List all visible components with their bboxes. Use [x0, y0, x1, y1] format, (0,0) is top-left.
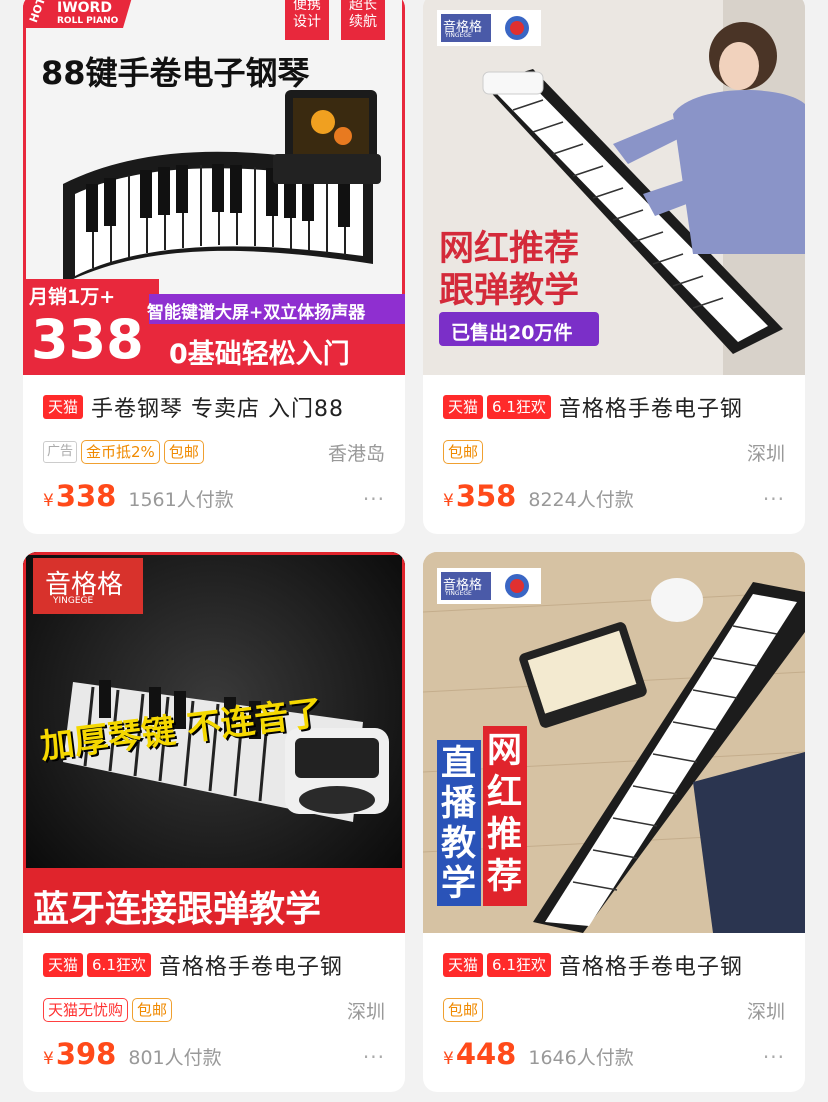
- free-shipping-tag: 包邮: [443, 998, 484, 1022]
- product-title-row[interactable]: 天猫 6.1狂欢 音格格手卷电子钢: [443, 392, 793, 422]
- product-info: 天猫 6.1狂欢 音格格手卷电子钢 包邮 深圳 ¥ 358 8224人付款 ··…: [423, 375, 805, 534]
- currency-symbol: ¥: [443, 1049, 454, 1069]
- product-title[interactable]: 手卷钢琴 专卖店 入门88: [91, 392, 344, 422]
- brand-sub: YINGEGE: [53, 596, 94, 606]
- more-icon[interactable]: ···: [763, 487, 785, 511]
- product-image[interactable]: 音格格 YINGEGE 直播教学 网红推荐: [423, 552, 805, 933]
- tmall-tag: 天猫: [443, 953, 484, 977]
- promo-tag: 6.1狂欢: [487, 395, 551, 419]
- product-card[interactable]: 音格格 YINGEGE 网红推荐 跟弹教学 已售出20万件 天猫 6.1狂欢 音…: [423, 0, 805, 534]
- product-title[interactable]: 音格格手卷电子钢: [159, 950, 343, 980]
- image-feature: 智能键谱大屏+双立体扬声器: [147, 303, 366, 323]
- product-title-row[interactable]: 天猫 手卷钢琴 专卖店 入门88: [43, 392, 393, 422]
- product-image[interactable]: 音格格 YINGEGE 网红推荐 跟弹教学 已售出20万件: [423, 0, 805, 375]
- product-title-row[interactable]: 天猫 6.1狂欢 音格格手卷电子钢: [443, 950, 793, 980]
- price: 358: [455, 479, 517, 513]
- product-card[interactable]: 音格格 YINGEGE 加厚琴键 不连音了 蓝牙连接跟弹教学 天猫 6.1狂欢 …: [23, 552, 405, 1092]
- brand-sub: YINGEGE: [445, 590, 472, 597]
- location: 深圳: [746, 442, 785, 465]
- paid-count: 8224人付款: [528, 489, 634, 511]
- paid-count: 1646人付款: [528, 1047, 634, 1069]
- product-card[interactable]: 音格格 YINGEGE 直播教学 网红推荐 天猫 6.1狂欢 音格格手卷电子钢 …: [423, 552, 805, 1092]
- product-info: 天猫 6.1狂欢 音格格手卷电子钢 包邮 深圳 ¥ 448 1646人付款 ··…: [423, 933, 805, 1092]
- product-title[interactable]: 音格格手卷电子钢: [559, 950, 743, 980]
- image-banner: 蓝牙连接跟弹教学: [33, 889, 322, 930]
- currency-symbol: ¥: [43, 1049, 54, 1069]
- piano-illustration: [423, 552, 805, 933]
- free-shipping-tag: 包邮: [132, 998, 173, 1022]
- free-shipping-tag: 包邮: [443, 440, 484, 464]
- paid-count: 801人付款: [128, 1047, 222, 1069]
- price-row: ¥ 448 1646人付款 ···: [443, 1037, 785, 1073]
- image-sold: 已售出20万件: [451, 322, 573, 344]
- image-big-price: 338: [31, 308, 144, 371]
- location: 深圳: [346, 1000, 385, 1023]
- tag-portable: 便携 设计: [293, 0, 321, 30]
- image-headline: 88键手卷电子钢琴: [41, 54, 310, 92]
- product-title-row[interactable]: 天猫 6.1狂欢 音格格手卷电子钢: [43, 950, 393, 980]
- free-shipping-tag: 包邮: [163, 440, 204, 464]
- currency-symbol: ¥: [43, 491, 54, 511]
- more-icon[interactable]: ···: [363, 487, 385, 511]
- product-tags: 广告 金币抵2% 包邮 香港岛: [43, 439, 385, 465]
- price: 398: [55, 1037, 117, 1071]
- location: 深圳: [746, 1000, 785, 1023]
- image-slogan: 0基础轻松入门: [169, 339, 350, 370]
- coin-tag: 金币抵2%: [81, 440, 160, 464]
- price-row: ¥ 338 1561人付款 ···: [43, 479, 385, 515]
- monthly-sales: 月销1万+: [29, 286, 116, 308]
- location: 香港岛: [327, 442, 385, 465]
- tmall-tag: 天猫: [443, 395, 484, 419]
- image-line2: 跟弹教学: [439, 271, 580, 311]
- product-image[interactable]: 音格格 YINGEGE 加厚琴键 不连音了 蓝牙连接跟弹教学: [23, 552, 405, 933]
- price: 338: [55, 479, 117, 513]
- tmall-tag: 天猫: [43, 953, 84, 977]
- image-col1: 直播教学: [441, 744, 477, 904]
- product-tags: 包邮 深圳: [443, 997, 785, 1023]
- brand-sub: YINGEGE: [445, 32, 472, 39]
- product-image[interactable]: HOT IWORD ROLL PIANO 便携 设计 超长 续航 88键手卷电子…: [23, 0, 405, 375]
- promo-tag: 6.1狂欢: [487, 953, 551, 977]
- product-tags: 天猫无忧购 包邮 深圳: [43, 997, 385, 1023]
- price-row: ¥ 358 8224人付款 ···: [443, 479, 785, 515]
- more-icon[interactable]: ···: [763, 1045, 785, 1069]
- product-info: 天猫 6.1狂欢 音格格手卷电子钢 天猫无忧购 包邮 深圳 ¥ 398 801人…: [23, 933, 405, 1092]
- ad-label: 广告: [43, 441, 78, 463]
- currency-symbol: ¥: [443, 491, 454, 511]
- promo-tag: 6.1狂欢: [87, 953, 151, 977]
- product-info: 天猫 手卷钢琴 专卖店 入门88 广告 金币抵2% 包邮 香港岛 ¥ 338 1…: [23, 375, 405, 534]
- product-tags: 包邮 深圳: [443, 439, 785, 465]
- brand-name: IWORD: [57, 0, 112, 16]
- product-card[interactable]: HOT IWORD ROLL PIANO 便携 设计 超长 续航 88键手卷电子…: [23, 0, 405, 534]
- brand-sub: ROLL PIANO: [57, 16, 119, 26]
- worry-free-tag: 天猫无忧购: [43, 998, 129, 1022]
- tag-battery: 超长 续航: [349, 0, 377, 30]
- image-col2: 网红推荐: [487, 731, 523, 897]
- more-icon[interactable]: ···: [363, 1045, 385, 1069]
- price-row: ¥ 398 801人付款 ···: [43, 1037, 385, 1073]
- tmall-tag: 天猫: [43, 395, 84, 419]
- paid-count: 1561人付款: [128, 489, 234, 511]
- price: 448: [455, 1037, 517, 1071]
- product-title[interactable]: 音格格手卷电子钢: [559, 392, 743, 422]
